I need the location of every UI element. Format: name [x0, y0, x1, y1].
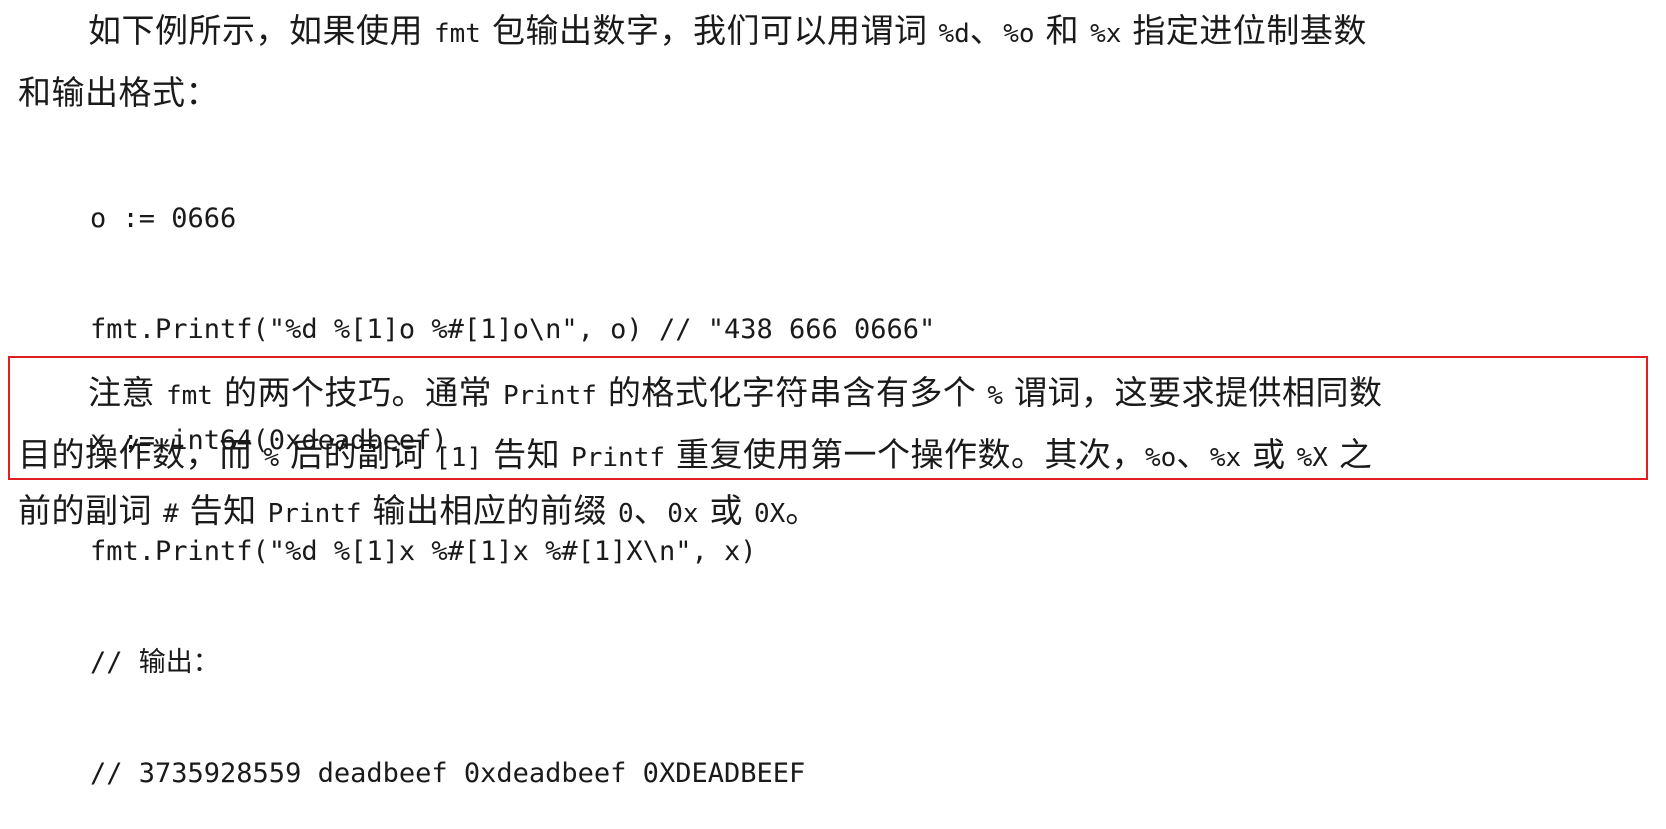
text-run: 后的副词 [279, 435, 436, 474]
inline-code: 0 [618, 499, 634, 529]
text-run: 。 [785, 491, 819, 530]
tips-line-1: 注意 fmt 的两个技巧。通常 Printf 的格式化字符串含有多个 % 谓词，… [18, 362, 1638, 424]
text-run: 或 [1241, 435, 1297, 474]
code-comment-line: // 3735928559 deadbeef 0xdeadbeef 0XDEAD… [90, 758, 806, 789]
inline-code: # [163, 499, 179, 529]
prefix-paragraph: 前的副词 # 告知 Printf 输出相应的前缀 0、0x 或 0X。 [18, 480, 1638, 542]
inline-code: Printf [502, 381, 597, 411]
text-run: 指定进位制基数 [1121, 11, 1367, 50]
intro-line-2: 和输出格式： [18, 62, 1638, 124]
intro-paragraph: 如下例所示，如果使用 fmt 包输出数字，我们可以用谓词 %d、%o 和 %x … [18, 0, 1638, 124]
inline-code: % [987, 381, 1004, 411]
text-run: 重复使用第一个操作数。其次， [665, 435, 1146, 474]
text-run: 告知 [482, 435, 572, 474]
code-line: fmt.Printf("%d %[1]o %#[1]o\n", o) // "4… [90, 314, 936, 345]
inline-code: %o [1003, 19, 1035, 49]
inline-code: % [263, 443, 280, 473]
inline-code: 0X [754, 499, 786, 529]
inline-code: fmt [166, 381, 213, 411]
text-run: 、 [969, 11, 1004, 50]
text-run: 注意 [88, 373, 166, 412]
text-run: 目的操作数，而 [18, 435, 264, 474]
text-run: 谓词，这要求提供相同数 [1003, 373, 1383, 412]
inline-code: %X [1296, 443, 1328, 473]
text-run: 包输出数字，我们可以用谓词 [480, 11, 939, 50]
inline-code: 0x [667, 499, 699, 529]
text-run: 、 [1176, 435, 1210, 474]
inline-code: fmt [434, 19, 481, 49]
text-run: 和输出格式： [18, 73, 219, 112]
text-run: 和 [1034, 11, 1091, 50]
inline-code: [1] [435, 443, 483, 473]
inline-code: Printf [267, 499, 362, 529]
text-run: 的两个技巧。通常 [212, 373, 503, 412]
text-run: 、 [633, 491, 668, 530]
tips-line-2: 目的操作数，而 % 后的副词 [1] 告知 Printf 重复使用第一个操作数。… [18, 424, 1638, 486]
text-run: 如下例所示，如果使用 [88, 11, 434, 50]
tips-paragraph: 注意 fmt 的两个技巧。通常 Printf 的格式化字符串含有多个 % 谓词，… [18, 362, 1638, 486]
prefix-line-1: 前的副词 # 告知 Printf 输出相应的前缀 0、0x 或 0X。 [18, 480, 1638, 542]
code-line: o := 0666 [90, 203, 237, 234]
intro-line-1: 如下例所示，如果使用 fmt 包输出数字，我们可以用谓词 %d、%o 和 %x … [18, 0, 1638, 62]
inline-code: %o [1145, 443, 1177, 473]
inline-code: Printf [571, 443, 666, 473]
inline-code: %x [1209, 443, 1242, 473]
text-run: 之 [1327, 435, 1373, 474]
inline-code: %x [1090, 19, 1122, 49]
text-run: 的格式化字符串含有多个 [596, 373, 988, 412]
text-run: 或 [698, 491, 754, 530]
inline-code: %d [938, 19, 970, 49]
text-run: 前的副词 [18, 491, 163, 530]
text-run: 告知 [178, 491, 268, 530]
text-run: 输出相应的前缀 [361, 491, 619, 530]
code-comment-line: // 输出： [90, 647, 220, 678]
